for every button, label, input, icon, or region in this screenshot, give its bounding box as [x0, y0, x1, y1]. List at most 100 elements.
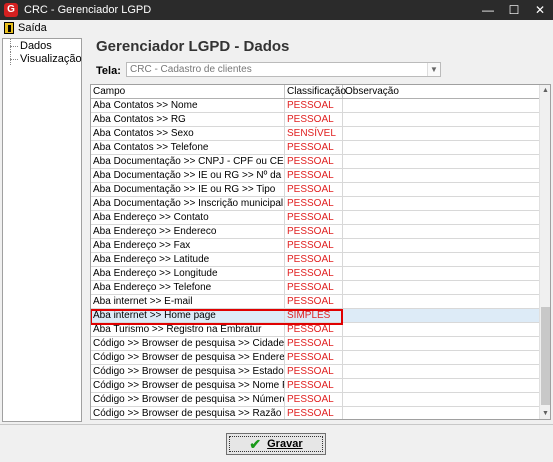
- column-header-observacao[interactable]: Observação: [343, 85, 540, 98]
- table-row[interactable]: Código >> Browser de pesquisa >> Número P…: [91, 393, 550, 407]
- table-row[interactable]: Aba Endereço >> Fax PESSOAL: [91, 239, 550, 253]
- table-row[interactable]: Aba Endereço >> Endereco PESSOAL: [91, 225, 550, 239]
- exit-menu-item[interactable]: Saída: [4, 22, 47, 34]
- observacao-cell[interactable]: [343, 267, 540, 280]
- table-row[interactable]: Aba Contatos >> Sexo SENSÍVEL: [91, 127, 550, 141]
- nav-item-dados[interactable]: Dados: [3, 39, 81, 52]
- classificacao-cell[interactable]: PESSOAL: [285, 351, 343, 364]
- observacao-cell[interactable]: [343, 295, 540, 308]
- classificacao-cell[interactable]: PESSOAL: [285, 211, 343, 224]
- close-icon[interactable]: ✕: [527, 0, 553, 20]
- observacao-cell[interactable]: [343, 253, 540, 266]
- classificacao-cell[interactable]: PESSOAL: [285, 407, 343, 419]
- campo-cell[interactable]: Aba Endereço >> Longitude: [91, 267, 285, 280]
- classificacao-cell[interactable]: PESSOAL: [285, 365, 343, 378]
- campo-cell[interactable]: Aba Contatos >> Nome: [91, 99, 285, 112]
- classificacao-cell[interactable]: PESSOAL: [285, 379, 343, 392]
- campo-cell[interactable]: Aba Documentação >> IE ou RG >> Tipo: [91, 183, 285, 196]
- observacao-cell[interactable]: [343, 99, 540, 112]
- campo-cell[interactable]: Aba Contatos >> RG: [91, 113, 285, 126]
- table-row[interactable]: Aba Contatos >> Nome PESSOAL: [91, 99, 550, 113]
- classificacao-cell[interactable]: PESSOAL: [285, 169, 343, 182]
- campo-cell[interactable]: Aba Turismo >> Registro na Embratur: [91, 323, 285, 336]
- campo-cell[interactable]: Aba Contatos >> Telefone: [91, 141, 285, 154]
- classificacao-cell[interactable]: PESSOAL: [285, 183, 343, 196]
- classificacao-cell[interactable]: PESSOAL: [285, 393, 343, 406]
- campo-cell[interactable]: Código >> Browser de pesquisa >> Nome Fa…: [91, 379, 285, 392]
- observacao-cell[interactable]: [343, 113, 540, 126]
- column-header-classificacao[interactable]: Classificação: [285, 85, 346, 98]
- classificacao-cell[interactable]: PESSOAL: [285, 267, 343, 280]
- campo-cell[interactable]: Código >> Browser de pesquisa >> Razão S…: [91, 407, 285, 419]
- table-row[interactable]: Aba Documentação >> CNPJ - CPF ou CEI PES…: [91, 155, 550, 169]
- classificacao-cell[interactable]: PESSOAL: [285, 337, 343, 350]
- table-row[interactable]: Aba Contatos >> Telefone PESSOAL: [91, 141, 550, 155]
- scroll-down-icon[interactable]: ▼: [540, 408, 550, 419]
- campo-cell[interactable]: Aba Endereço >> Latitude: [91, 253, 285, 266]
- campo-cell[interactable]: Aba internet >> E-mail: [91, 295, 285, 308]
- classificacao-cell[interactable]: PESSOAL: [285, 295, 343, 308]
- table-row[interactable]: Aba Contatos >> RG PESSOAL: [91, 113, 550, 127]
- table-row[interactable]: Código >> Browser de pesquisa >> Cidade P…: [91, 337, 550, 351]
- classificacao-cell[interactable]: PESSOAL: [285, 323, 343, 336]
- table-row[interactable]: Código >> Browser de pesquisa >> Endereç…: [91, 351, 550, 365]
- table-row[interactable]: Código >> Browser de pesquisa >> Estado P…: [91, 365, 550, 379]
- observacao-cell[interactable]: [343, 225, 540, 238]
- observacao-cell[interactable]: [343, 169, 540, 182]
- table-row[interactable]: Aba Documentação >> IE ou RG >> Nº da in…: [91, 169, 550, 183]
- tela-dropdown[interactable]: CRC - Cadastro de clientes ▼: [126, 62, 441, 77]
- observacao-cell[interactable]: [343, 379, 540, 392]
- classificacao-cell[interactable]: PESSOAL: [285, 225, 343, 238]
- campo-cell[interactable]: Aba Contatos >> Sexo: [91, 127, 285, 140]
- observacao-cell[interactable]: [343, 183, 540, 196]
- scroll-up-icon[interactable]: ▲: [540, 85, 550, 96]
- classificacao-cell[interactable]: PESSOAL: [285, 99, 343, 112]
- table-row[interactable]: Aba Turismo >> Registro na Embratur PESSO…: [91, 323, 550, 337]
- observacao-cell[interactable]: [343, 281, 540, 294]
- nav-item-visualizacao[interactable]: Visualização: [3, 52, 82, 65]
- observacao-cell[interactable]: [343, 351, 540, 364]
- table-row[interactable]: Código >> Browser de pesquisa >> Razão S…: [91, 407, 550, 419]
- observacao-cell[interactable]: [343, 211, 540, 224]
- observacao-cell[interactable]: [343, 155, 540, 168]
- table-row[interactable]: Aba internet >> E-mail PESSOAL: [91, 295, 550, 309]
- scroll-thumb[interactable]: [541, 307, 550, 405]
- campo-cell[interactable]: Aba internet >> Home page: [91, 309, 285, 322]
- classificacao-cell[interactable]: PESSOAL: [285, 155, 343, 168]
- observacao-cell[interactable]: [343, 337, 540, 350]
- classificacao-cell[interactable]: PESSOAL: [285, 281, 343, 294]
- classificacao-cell[interactable]: PESSOAL: [285, 239, 343, 252]
- table-row[interactable]: Aba Documentação >> IE ou RG >> Tipo PESS…: [91, 183, 550, 197]
- campo-cell[interactable]: Aba Endereço >> Contato: [91, 211, 285, 224]
- chevron-down-icon[interactable]: ▼: [427, 63, 440, 76]
- campo-cell[interactable]: Código >> Browser de pesquisa >> Estado: [91, 365, 285, 378]
- table-row[interactable]: Aba internet >> Home page SIMPLES: [91, 309, 550, 323]
- minimize-icon[interactable]: —: [475, 0, 501, 20]
- campo-cell[interactable]: Aba Endereço >> Endereco: [91, 225, 285, 238]
- campo-cell[interactable]: Código >> Browser de pesquisa >> Número: [91, 393, 285, 406]
- observacao-cell[interactable]: [343, 393, 540, 406]
- observacao-cell[interactable]: [343, 407, 540, 419]
- campo-cell[interactable]: Código >> Browser de pesquisa >> Cidade: [91, 337, 285, 350]
- classificacao-cell[interactable]: SENSÍVEL: [285, 127, 343, 140]
- observacao-cell[interactable]: [343, 239, 540, 252]
- classificacao-cell[interactable]: PESSOAL: [285, 197, 343, 210]
- campo-cell[interactable]: Aba Documentação >> IE ou RG >> Nº da in…: [91, 169, 285, 182]
- observacao-cell[interactable]: [343, 141, 540, 154]
- observacao-cell[interactable]: [343, 127, 540, 140]
- vertical-scrollbar[interactable]: ▲ ▼: [539, 85, 550, 419]
- observacao-cell[interactable]: [343, 323, 540, 336]
- table-row[interactable]: Aba Endereço >> Latitude PESSOAL: [91, 253, 550, 267]
- table-row[interactable]: Aba Endereço >> Longitude PESSOAL: [91, 267, 550, 281]
- campo-cell[interactable]: Aba Endereço >> Telefone: [91, 281, 285, 294]
- observacao-cell[interactable]: [343, 309, 540, 322]
- classificacao-cell[interactable]: PESSOAL: [285, 141, 343, 154]
- classificacao-cell[interactable]: PESSOAL: [285, 113, 343, 126]
- campo-cell[interactable]: Aba Documentação >> Inscrição municipal: [91, 197, 285, 210]
- maximize-icon[interactable]: ☐: [501, 0, 527, 20]
- table-row[interactable]: Aba Endereço >> Contato PESSOAL: [91, 211, 550, 225]
- campo-cell[interactable]: Aba Endereço >> Fax: [91, 239, 285, 252]
- campo-cell[interactable]: Código >> Browser de pesquisa >> Endereç…: [91, 351, 285, 364]
- save-button[interactable]: ✔ Gravar: [226, 433, 326, 455]
- classificacao-cell[interactable]: PESSOAL: [285, 253, 343, 266]
